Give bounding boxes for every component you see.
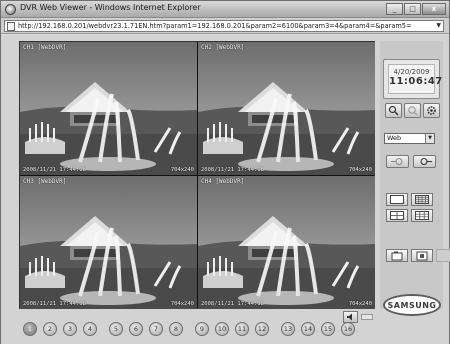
channel-button-1[interactable]: 1 <box>23 322 37 336</box>
ptz-left-button[interactable] <box>386 155 409 168</box>
channel-button-3[interactable]: 3 <box>63 322 77 336</box>
camera-resolution: 704x240 <box>348 301 372 307</box>
quad-view-icon <box>390 211 404 220</box>
maximize-button[interactable]: □ <box>404 3 421 15</box>
camera-timestamp: 2008/11/21 17:44:18 <box>201 167 264 173</box>
channel-button-9[interactable]: 9 <box>195 322 209 336</box>
camera-label: CH1 [WebDVR] <box>23 44 67 51</box>
camera-image <box>198 42 375 175</box>
nine-view-icon <box>415 211 429 220</box>
address-dropdown-icon[interactable]: ▼ <box>436 22 441 29</box>
channel-button-14[interactable]: 14 <box>301 322 315 336</box>
clock-time: 11:06:47 <box>389 76 443 87</box>
camera-timestamp: 2008/11/21 17:44:18 <box>23 301 86 307</box>
capture-icon <box>391 251 403 260</box>
channel-button-5[interactable]: 5 <box>109 322 123 336</box>
mode-select[interactable]: Web ▼ <box>384 133 435 144</box>
clock-display: 4/20/2009 11:06:47 <box>383 59 443 99</box>
page-icon <box>7 22 15 31</box>
mode-select-value: Web <box>387 134 402 142</box>
camera-image <box>20 176 197 309</box>
camera-resolution: 704x240 <box>348 167 372 173</box>
channel-button-13[interactable]: 13 <box>281 322 295 336</box>
camera-image <box>20 42 197 175</box>
channel-button-11[interactable]: 11 <box>235 322 249 336</box>
camera-view-3[interactable]: CH3 [WebDVR] 2008/11/21 17:44:18 704x240 <box>20 176 197 309</box>
channel-button-10[interactable]: 10 <box>215 322 229 336</box>
camera-timestamp: 2008/11/21 17:44:18 <box>23 167 86 173</box>
zoom-button[interactable] <box>404 103 421 118</box>
volume-slider[interactable] <box>361 314 373 320</box>
gear-icon <box>427 106 436 115</box>
record-icon <box>416 251 428 260</box>
speaker-icon <box>346 313 352 321</box>
clock-date: 4/20/2009 <box>393 68 430 76</box>
internet-explorer-icon <box>5 4 16 15</box>
ptz-right-icon <box>420 158 432 165</box>
ptz-right-button[interactable] <box>413 155 436 168</box>
close-button[interactable]: x <box>422 3 446 15</box>
window-controls: _ □ x <box>385 3 446 15</box>
minimize-button[interactable]: _ <box>386 3 403 15</box>
control-panel: 4/20/2009 11:06:47 Web ▼ <box>380 41 450 309</box>
record-button[interactable] <box>411 249 433 262</box>
camera-view-1[interactable]: CH1 [WebDVR] 2008/11/21 17:44:18 704x240 <box>20 42 197 175</box>
chevron-down-icon[interactable]: ▼ <box>425 134 434 143</box>
browser-window: DVR Web Viewer - Windows Internet Explor… <box>0 0 450 344</box>
camera-label: CH3 [WebDVR] <box>23 178 67 185</box>
capture-button[interactable] <box>386 249 408 262</box>
channel-selector: 1 2 3 4 5 6 7 8 9 10 11 12 13 14 15 16 <box>23 321 403 337</box>
extra-buttons <box>386 249 450 262</box>
sixteen-view-button[interactable] <box>411 193 433 206</box>
camera-resolution: 704x240 <box>170 167 194 173</box>
layout-buttons <box>386 193 434 222</box>
title-bar: DVR Web Viewer - Windows Internet Explor… <box>1 1 449 18</box>
nine-view-button[interactable] <box>411 209 433 222</box>
video-grid: CH1 [WebDVR] 2008/11/21 17:44:18 704x240… <box>19 41 375 309</box>
blank-button[interactable] <box>436 249 450 262</box>
camera-resolution: 704x240 <box>170 301 194 307</box>
channel-button-8[interactable]: 8 <box>169 322 183 336</box>
camera-timestamp: 2008/11/21 17:44:18 <box>201 301 264 307</box>
channel-button-2[interactable]: 2 <box>43 322 57 336</box>
clock-face: 4/20/2009 11:06:47 <box>388 64 443 94</box>
channel-button-6[interactable]: 6 <box>129 322 143 336</box>
toolbar <box>385 103 440 118</box>
search-button[interactable] <box>385 103 402 118</box>
camera-image <box>198 176 375 309</box>
samsung-logo: SAMSUNG <box>383 294 441 316</box>
single-view-button[interactable] <box>386 193 408 206</box>
quad-view-button[interactable] <box>386 209 408 222</box>
camera-label: CH4 [WebDVR] <box>201 178 245 185</box>
camera-label: CH2 [WebDVR] <box>201 44 245 51</box>
address-bar: http://192.168.0.201/webdvr23.1.71EN.htm… <box>1 18 449 34</box>
camera-view-4[interactable]: CH4 [WebDVR] 2008/11/21 17:44:18 704x240 <box>198 176 375 309</box>
zoom-icon <box>408 106 418 116</box>
ptz-controls <box>386 155 436 168</box>
url-field[interactable]: http://192.168.0.201/webdvr23.1.71EN.htm… <box>4 20 444 32</box>
channel-button-16[interactable]: 16 <box>341 322 355 336</box>
settings-button[interactable] <box>423 103 440 118</box>
url-text: http://192.168.0.201/webdvr23.1.71EN.htm… <box>18 22 412 30</box>
single-view-icon <box>390 195 404 204</box>
ptz-left-icon <box>390 158 402 165</box>
channel-button-7[interactable]: 7 <box>149 322 163 336</box>
window-title: DVR Web Viewer - Windows Internet Explor… <box>20 3 201 12</box>
channel-button-15[interactable]: 15 <box>321 322 335 336</box>
channel-button-4[interactable]: 4 <box>83 322 97 336</box>
sixteen-view-icon <box>415 195 429 204</box>
camera-view-2[interactable]: CH2 [WebDVR] 2008/11/21 17:44:18 704x240 <box>198 42 375 175</box>
search-icon <box>388 105 399 116</box>
dvr-viewer: CH1 [WebDVR] 2008/11/21 17:44:18 704x240… <box>1 35 450 344</box>
logo-text: SAMSUNG <box>387 300 437 310</box>
channel-button-12[interactable]: 12 <box>255 322 269 336</box>
